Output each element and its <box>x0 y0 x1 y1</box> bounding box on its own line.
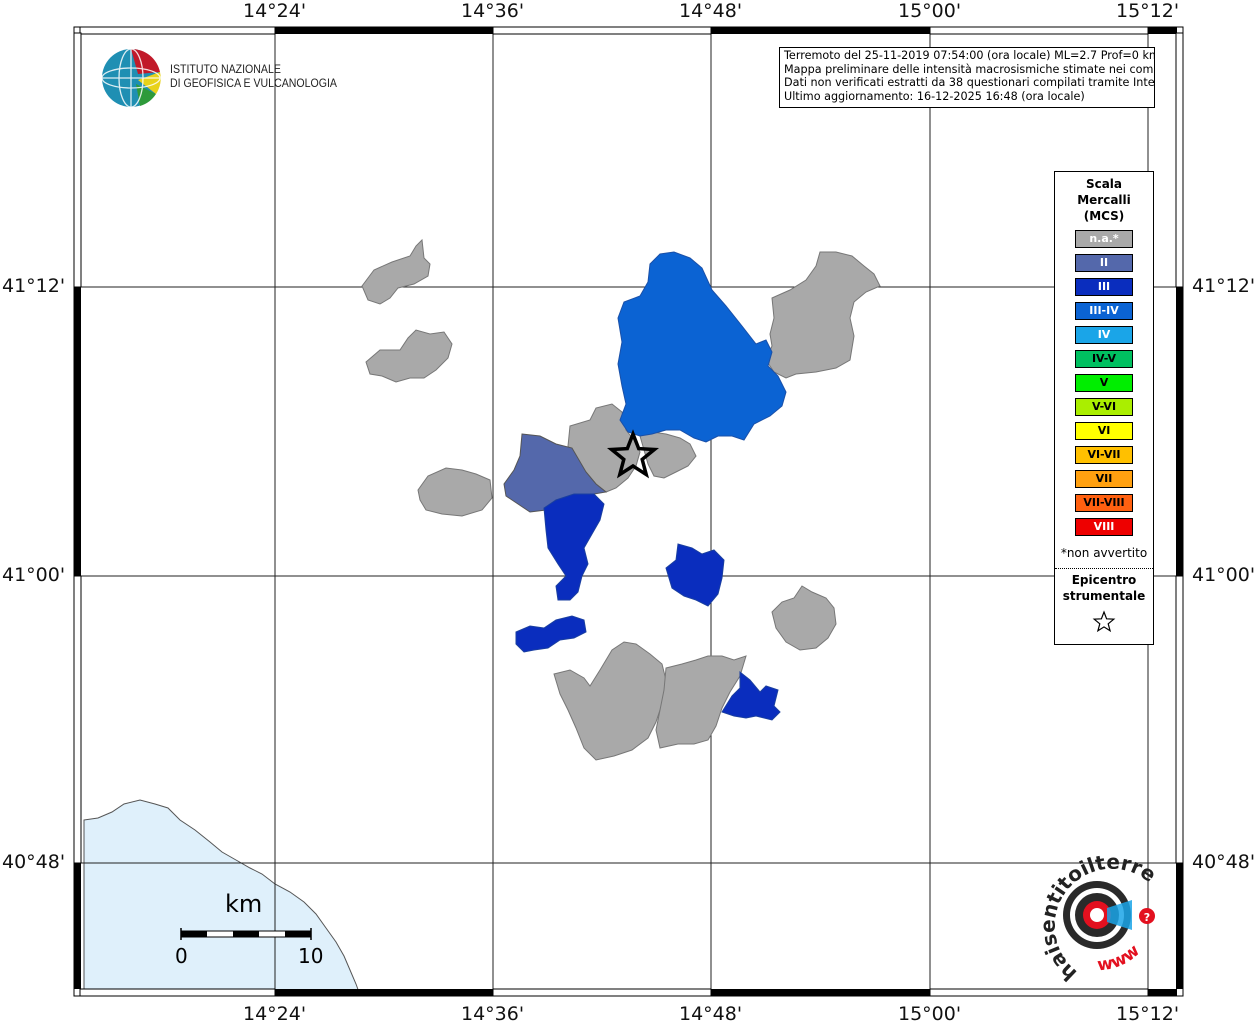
lat-label-left-1: 41°12' <box>2 275 66 297</box>
scale-end: 10 <box>298 944 324 968</box>
legend-title-2: Mercalli <box>1077 193 1131 207</box>
lon-label-bottom-1: 14°24' <box>243 1003 307 1025</box>
lat-label-right-3: 40°48' <box>1192 851 1256 873</box>
event-info-line-1: Terremoto del 25-11-2019 07:54:00 (ora l… <box>784 49 1155 62</box>
legend-epicenter-2: strumentale <box>1062 589 1146 603</box>
lat-label-right-1: 41°12' <box>1192 275 1256 297</box>
legend-title-3: (MCS) <box>1083 209 1125 223</box>
legend-title-1: Scala <box>1085 177 1123 191</box>
legend-swatch: n.a.* <box>1075 230 1133 248</box>
legend-swatch: VI <box>1075 422 1133 440</box>
lat-label-left-2: 41°00' <box>2 564 66 586</box>
lon-label-top-1: 14°24' <box>243 0 307 22</box>
svg-text:?: ? <box>1144 911 1150 924</box>
scale-start: 0 <box>175 944 188 968</box>
lon-label-bottom-3: 14°48' <box>679 1003 743 1025</box>
event-info-box: Terremoto del 25-11-2019 07:54:00 (ora l… <box>779 47 1155 108</box>
institute-line-1: ISTITUTO NAZIONALE <box>170 64 281 76</box>
lon-label-bottom-4: 15°00' <box>898 1003 962 1025</box>
legend-swatch: VI-VII <box>1075 446 1133 464</box>
institute-line-2: DI GEOFISICA E VULCANOLOGIA <box>170 78 337 90</box>
lon-label-bottom-5: 15°12' <box>1116 1003 1180 1025</box>
map-area <box>74 27 1183 996</box>
legend-swatch: III-IV <box>1075 302 1133 320</box>
lon-label-top-4: 15°00' <box>898 0 962 22</box>
legend-swatch: III <box>1075 278 1133 296</box>
legend-swatch: IV-V <box>1075 350 1133 368</box>
legend-swatch: VIII <box>1075 518 1133 536</box>
lat-label-left-3: 40°48' <box>2 851 66 873</box>
ingv-globe-icon <box>101 48 161 108</box>
event-info-line-2: Mappa preliminare delle intensità macros… <box>784 62 1155 76</box>
lon-label-top-5: 15°12' <box>1116 0 1180 22</box>
legend-swatch: II <box>1075 254 1133 272</box>
lon-label-top-3: 14°48' <box>679 0 743 22</box>
lon-label-top-2: 14°36' <box>461 0 525 22</box>
mcs-legend: Scala Mercalli (MCS) n.a.* II III III-IV IV I… <box>1054 171 1154 645</box>
event-info-line-4: Ultimo aggiornamento: 16-12-2025 16:48 (… <box>784 89 1085 103</box>
legend-swatch: VII-VIII <box>1075 494 1133 512</box>
legend-swatch: V <box>1075 374 1133 392</box>
legend-epicenter-title: Epicentro strumentale <box>1055 572 1153 604</box>
lon-label-bottom-2: 14°36' <box>461 1003 525 1025</box>
legend-star-icon <box>1092 610 1116 633</box>
legend-title: Scala Mercalli (MCS) <box>1055 176 1153 224</box>
legend-note: *non avvertito <box>1060 546 1148 560</box>
legend-swatch: IV <box>1075 326 1133 344</box>
legend-epicenter-1: Epicentro <box>1071 573 1137 587</box>
scale-unit: km <box>225 890 263 918</box>
lat-label-right-2: 41°00' <box>1192 564 1256 586</box>
institute-name: ISTITUTO NAZIONALE DI GEOFISICA E VULCAN… <box>170 63 337 91</box>
legend-separator <box>1055 568 1153 569</box>
event-info-line-3: Dati non verificati estratti da 38 quest… <box>784 76 1155 90</box>
legend-swatch: VII <box>1075 470 1133 488</box>
legend-swatch: V-VI <box>1075 398 1133 416</box>
